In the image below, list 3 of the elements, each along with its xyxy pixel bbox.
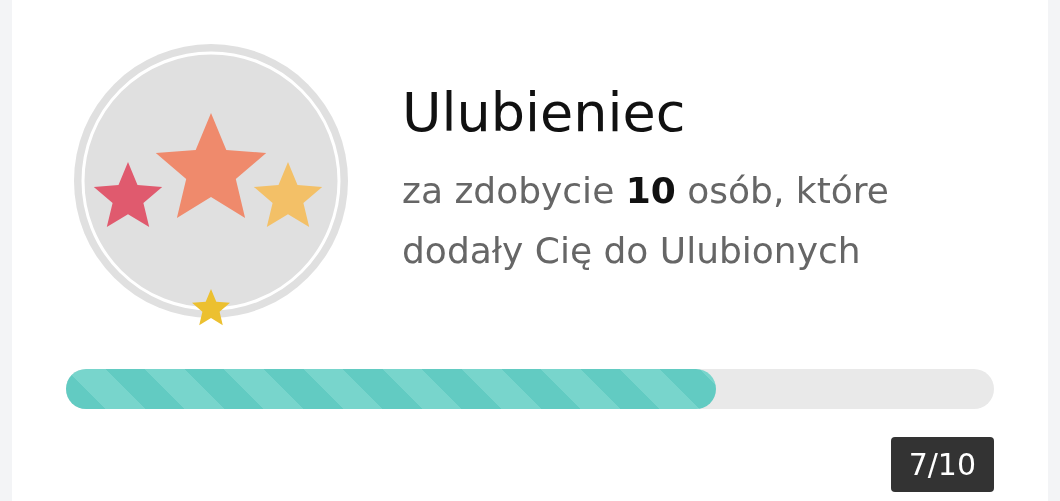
badge-description: za zdobycie 10 osób, które dodały Cię do Ulubionych — [402, 169, 890, 274]
badge-title: Ulubieniec — [402, 80, 687, 146]
progress-tooltip: 7/10 — [890, 437, 994, 492]
